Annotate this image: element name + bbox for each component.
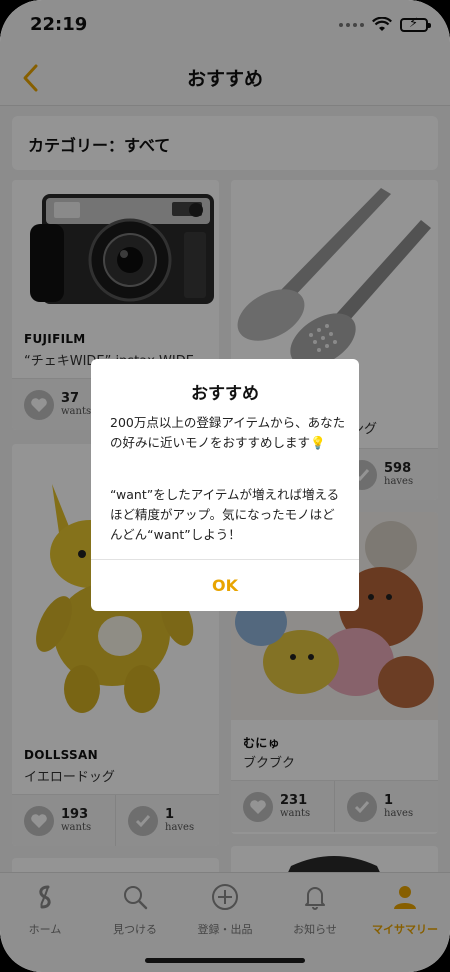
recommend-dialog: おすすめ 200万点以上の登録アイテムから、あなたの好みに近いモノをおすすめしま… [91,359,359,611]
dialog-paragraph: “want”をしたアイテムが増えれば増えるほど精度がアップ。気になったモノはどん… [110,487,340,542]
dialog-title: おすすめ [191,384,259,404]
dialog-paragraph: 200万点以上の登録アイテムから、あなたの好みに近いモノをおすすめします💡 [110,415,346,450]
home-indicator [145,958,305,963]
app-screen: 22:19 ⚡ おすすめ カテゴリー：すべて FUJIFILM “チェキWIDE… [0,0,450,972]
ok-button[interactable]: OK [91,559,359,611]
